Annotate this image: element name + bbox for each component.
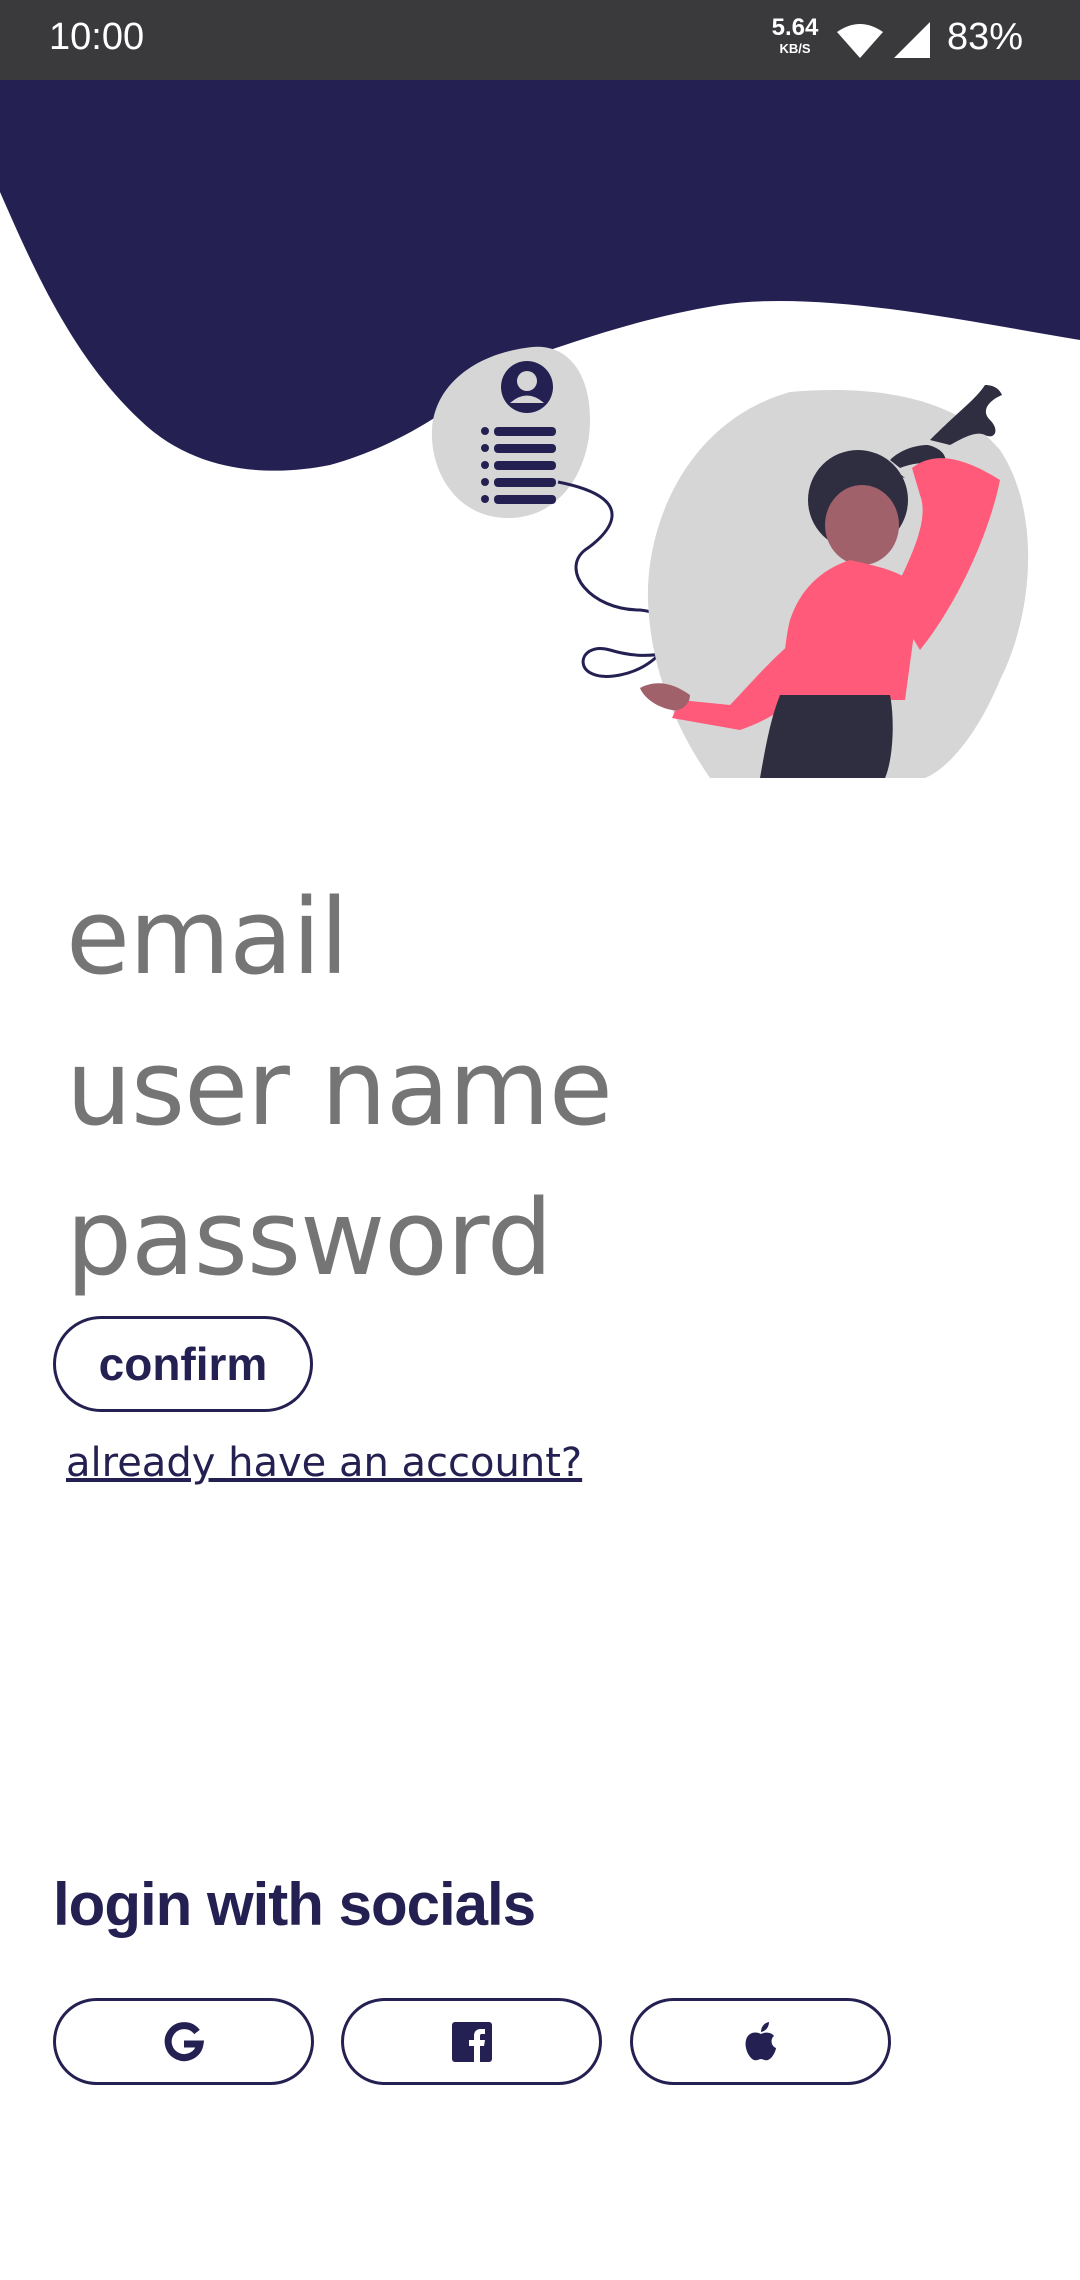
facebook-icon bbox=[451, 2021, 492, 2062]
network-speed-unit: KB/S bbox=[779, 41, 811, 56]
status-time: 10:00 bbox=[49, 16, 145, 58]
hero-illustration bbox=[0, 80, 1080, 778]
socials-heading: login with socials bbox=[53, 1871, 536, 1938]
network-speed-value: 5.64 bbox=[771, 14, 819, 41]
username-field[interactable]: user name bbox=[66, 1036, 613, 1140]
google-icon bbox=[164, 2021, 204, 2061]
apple-icon bbox=[745, 2021, 776, 2060]
confirm-button[interactable]: confirm bbox=[53, 1316, 313, 1412]
email-field[interactable]: email bbox=[66, 885, 349, 989]
google-login-button[interactable] bbox=[53, 1998, 314, 2085]
battery-percentage: 83% bbox=[947, 16, 1024, 58]
facebook-login-button[interactable] bbox=[341, 1998, 602, 2085]
apple-login-button[interactable] bbox=[630, 1998, 891, 2085]
wifi-icon bbox=[837, 24, 883, 58]
signal-icon bbox=[894, 22, 930, 58]
network-speed: 5.64 KB/S bbox=[767, 14, 823, 56]
status-bar: 10:00 5.64 KB/S 83% bbox=[0, 0, 1080, 80]
password-field[interactable]: password bbox=[66, 1186, 553, 1290]
already-have-account-link[interactable]: already have an account? bbox=[66, 1440, 582, 1486]
